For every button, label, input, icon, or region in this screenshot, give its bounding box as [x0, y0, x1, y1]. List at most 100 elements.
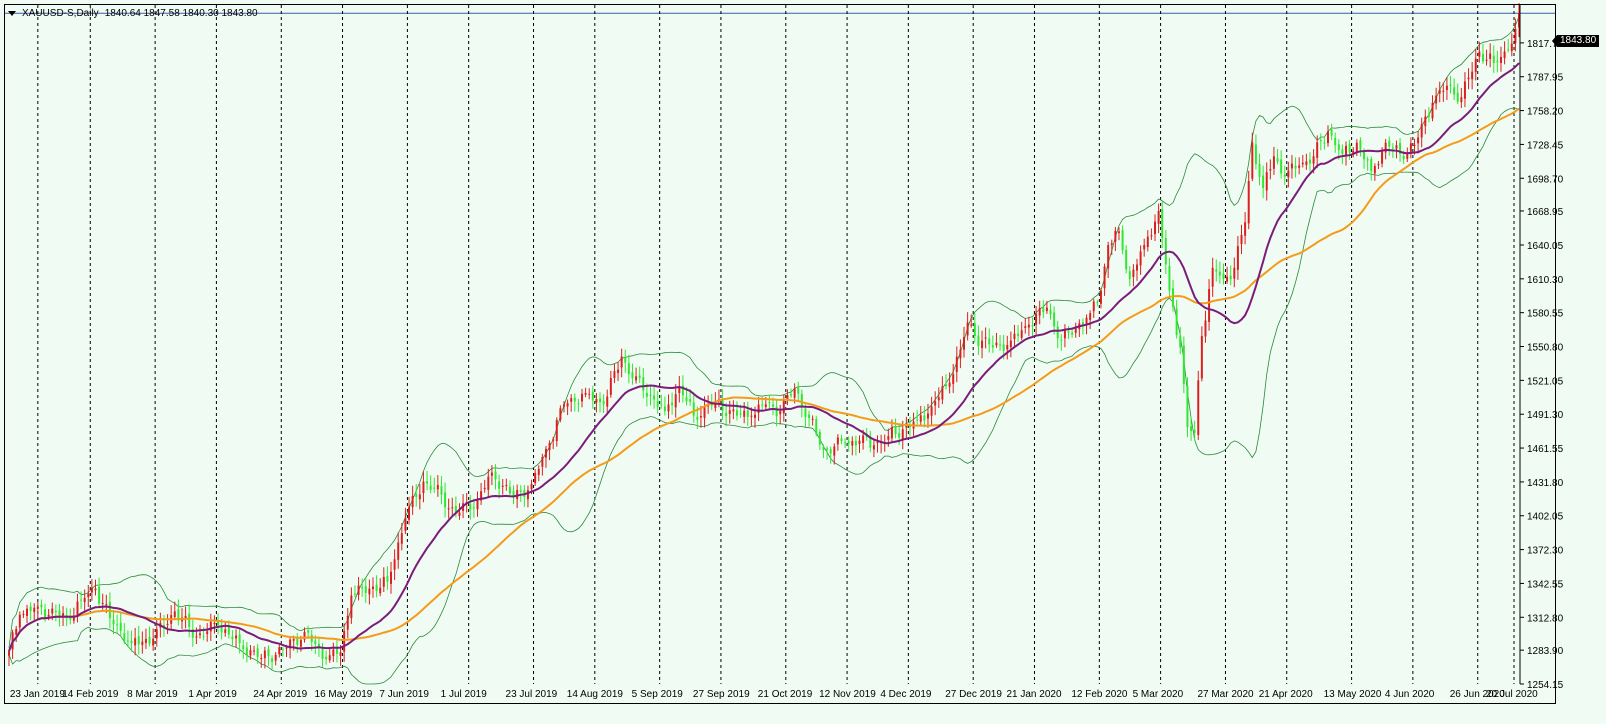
candle-body: [141, 641, 144, 645]
candle-body: [1103, 266, 1106, 289]
y-tick-label: 1342.55: [1527, 579, 1564, 590]
candle-body: [444, 492, 447, 508]
candle-body: [1478, 51, 1481, 57]
x-tick-label: 7 Jun 2019: [379, 689, 429, 700]
candle-body: [271, 658, 274, 662]
candle-body: [685, 397, 688, 402]
candle-body: [1092, 301, 1095, 312]
candle-body: [1485, 59, 1488, 61]
candle-body: [840, 438, 843, 442]
candle-body: [1240, 234, 1243, 245]
candle-body: [22, 613, 25, 615]
candle-body: [645, 392, 648, 397]
candle-body: [1316, 142, 1319, 158]
candle-body: [1301, 162, 1304, 165]
x-tick-label: 13 May 2020: [1324, 689, 1382, 700]
candle-body: [325, 656, 328, 660]
candle-body: [1136, 264, 1138, 271]
candle-body: [1110, 243, 1113, 245]
candle-body: [469, 503, 472, 510]
candle-body: [1287, 170, 1290, 178]
candle-body: [339, 652, 342, 656]
candle-body: [1327, 131, 1329, 144]
candle-body: [1265, 172, 1268, 191]
candle-body: [1363, 151, 1366, 160]
candle-body: [76, 601, 79, 617]
candle-body: [829, 449, 832, 454]
candle-body: [310, 634, 313, 643]
candle-body: [768, 402, 771, 404]
candle-body: [815, 418, 818, 434]
chart-menu-triangle-icon[interactable]: [8, 11, 16, 16]
candle-body: [1009, 340, 1012, 348]
candle-body: [472, 507, 475, 509]
candle-body: [890, 427, 893, 439]
candle-body: [1020, 330, 1023, 338]
candle-body: [206, 631, 209, 635]
candle-body: [1161, 209, 1164, 238]
candle-body: [144, 638, 147, 643]
candle-body: [1499, 56, 1502, 63]
candle-body: [433, 487, 436, 489]
candle-body: [487, 476, 490, 490]
candle-body: [519, 490, 522, 492]
candle-body: [1182, 345, 1185, 385]
candle-body: [411, 495, 414, 508]
candle-body: [126, 640, 129, 642]
price-chart[interactable]: 23 Jan 201914 Feb 2019 8 Mar 2019 1 Apr 20…: [0, 0, 1606, 724]
x-tick-label: 21 Apr 2020: [1259, 689, 1313, 700]
x-tick-label: 12 Feb 2020: [1071, 689, 1128, 700]
candle-body: [436, 485, 439, 490]
candle-body: [1463, 81, 1466, 99]
candle-body: [800, 394, 803, 408]
candle-body: [1507, 49, 1510, 51]
candle-body: [844, 442, 847, 444]
candle-body: [552, 439, 555, 441]
candle-body: [119, 622, 122, 631]
y-tick-label: 1312.80: [1527, 613, 1564, 624]
x-tick-label: 16 May 2019: [315, 689, 373, 700]
ohlc-readout: 1840.64 1847.58 1840.30 1843.80: [104, 8, 258, 19]
candle-body: [570, 398, 573, 402]
candle-body: [617, 369, 620, 373]
candle-body: [1489, 53, 1492, 59]
candle-body: [548, 442, 551, 451]
candle-body: [627, 363, 630, 375]
candle-body: [808, 414, 811, 418]
x-tick-label: 21 Jan 2020: [1006, 689, 1061, 700]
candle-body: [1251, 142, 1254, 179]
candle-body: [1128, 271, 1131, 280]
candle-body: [1114, 230, 1117, 242]
candle-body: [498, 481, 501, 489]
candle-body: [1438, 89, 1441, 94]
candle-body: [8, 651, 10, 656]
candle-body: [263, 650, 266, 659]
candle-body: [26, 608, 29, 616]
candle-body: [281, 649, 284, 651]
candle-body: [1395, 145, 1398, 149]
candle-body: [635, 376, 638, 381]
candle-body: [1186, 386, 1189, 428]
candle-body: [379, 587, 382, 594]
candle-body: [725, 412, 728, 417]
candle-body: [1290, 163, 1293, 169]
candle-body: [1449, 84, 1452, 86]
candle-body: [1139, 251, 1142, 266]
candle-body: [653, 395, 656, 400]
candle-body: [692, 402, 695, 416]
y-tick-label: 1610.30: [1527, 275, 1564, 286]
candle-body: [112, 619, 115, 625]
candle-body: [534, 472, 537, 484]
candle-body: [1211, 267, 1214, 287]
candle-body: [764, 404, 767, 407]
candle-body: [1071, 332, 1074, 335]
candle-body: [923, 415, 926, 421]
candle-body: [858, 440, 861, 444]
y-tick-label: 1431.80: [1527, 478, 1564, 489]
candle-body: [155, 629, 158, 639]
candle-body: [94, 588, 97, 591]
candle-body: [926, 413, 929, 419]
candle-body: [166, 624, 169, 626]
candle-body: [242, 645, 245, 650]
chart-window[interactable]: 23 Jan 2019 14 Feb 2019 8 Mar 2019 1 Apr 20…: [0, 0, 1606, 724]
